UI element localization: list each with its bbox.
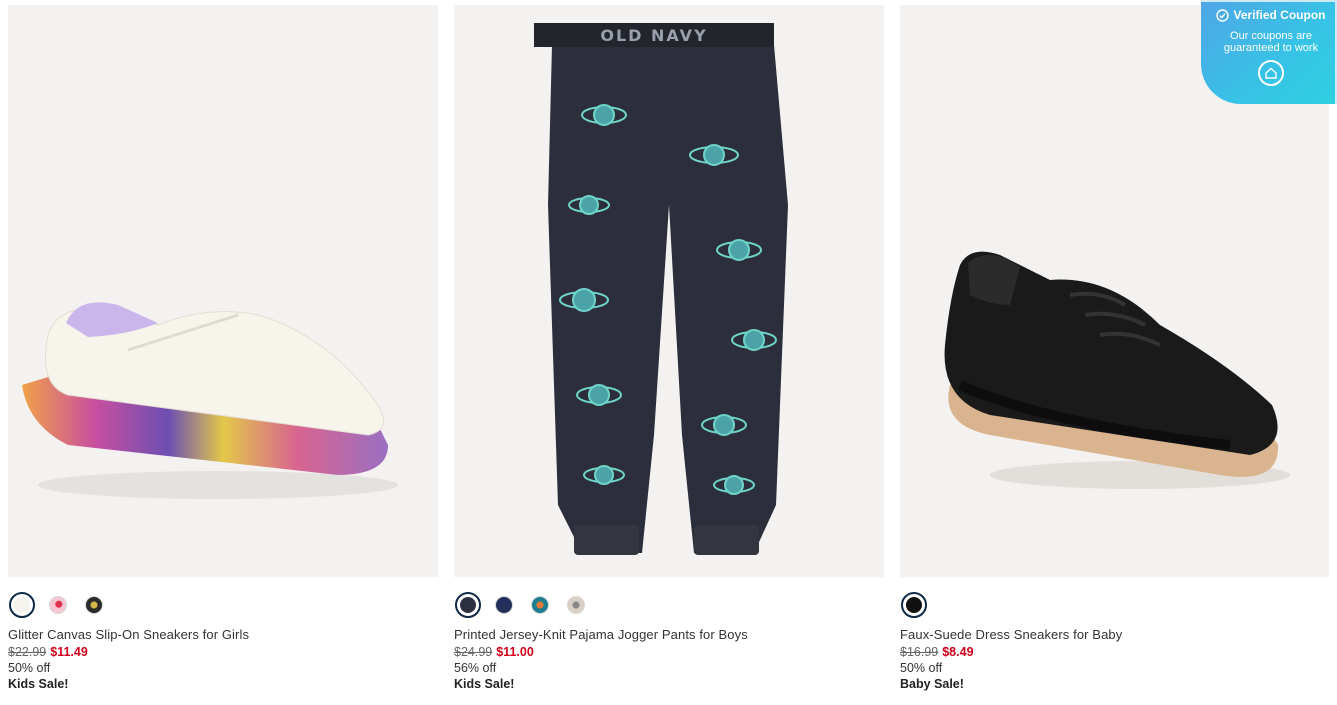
swatch[interactable] <box>49 596 67 614</box>
product-image[interactable]: OLD NAVY <box>454 5 884 577</box>
verified-coupon-badge[interactable]: Verified Coupon Our coupons are guarante… <box>1201 0 1337 104</box>
coupon-subtitle: Our coupons are guaranteed to work <box>1223 30 1319 54</box>
swatch-selected[interactable] <box>9 592 35 618</box>
price: $22.99 $11.49 <box>8 645 438 659</box>
coupon-header: Verified Coupon <box>1215 8 1327 22</box>
promo-label: Kids Sale! <box>454 677 515 691</box>
swatch[interactable] <box>85 596 103 614</box>
sale-price: $11.49 <box>50 645 88 659</box>
product-title[interactable]: Faux-Suede Dress Sneakers for Baby <box>900 627 1329 642</box>
swatch-selected[interactable] <box>901 592 927 618</box>
promo-label: Kids Sale! <box>8 677 69 691</box>
discount-percent: 56% off <box>454 661 497 675</box>
product-card[interactable]: Glitter Canvas Slip-On Sneakers for Girl… <box>8 5 438 691</box>
color-swatches <box>454 592 884 618</box>
swatch[interactable] <box>495 596 513 614</box>
sale-price: $11.00 <box>496 645 534 659</box>
check-circle-icon <box>1216 8 1230 22</box>
discount-percent: 50% off <box>900 661 943 675</box>
coupon-title: Verified Coupon <box>1233 8 1326 22</box>
price: $24.99 $11.00 <box>454 645 884 659</box>
product-card[interactable]: Faux-Suede Dress Sneakers for Baby $16.9… <box>900 5 1329 691</box>
swatch-selected[interactable] <box>455 592 481 618</box>
discount-percent: 50% off <box>8 661 51 675</box>
original-price: $22.99 <box>8 645 47 659</box>
sale-price: $8.49 <box>942 645 974 659</box>
jogger-pants-image: OLD NAVY <box>534 23 788 555</box>
original-price: $24.99 <box>454 645 493 659</box>
product-title[interactable]: Printed Jersey-Knit Pajama Jogger Pants … <box>454 627 884 642</box>
slip-on-sneaker-image <box>22 302 398 499</box>
color-swatches <box>8 592 438 618</box>
house-icon <box>1265 67 1277 79</box>
product-card[interactable]: OLD NAVY Printed Jersey-Knit Pajama Jogg… <box>454 5 884 691</box>
product-title[interactable]: Glitter Canvas Slip-On Sneakers for Girl… <box>8 627 438 642</box>
coupon-logo-icon <box>1258 60 1284 86</box>
price: $16.99 $8.49 <box>900 645 1329 659</box>
swatch[interactable] <box>567 596 585 614</box>
promo-label: Baby Sale! <box>900 677 964 691</box>
waistband-brand-text: OLD NAVY <box>600 26 707 45</box>
swatch[interactable] <box>531 596 549 614</box>
color-swatches <box>900 592 1329 618</box>
product-image[interactable] <box>8 5 438 577</box>
original-price: $16.99 <box>900 645 939 659</box>
